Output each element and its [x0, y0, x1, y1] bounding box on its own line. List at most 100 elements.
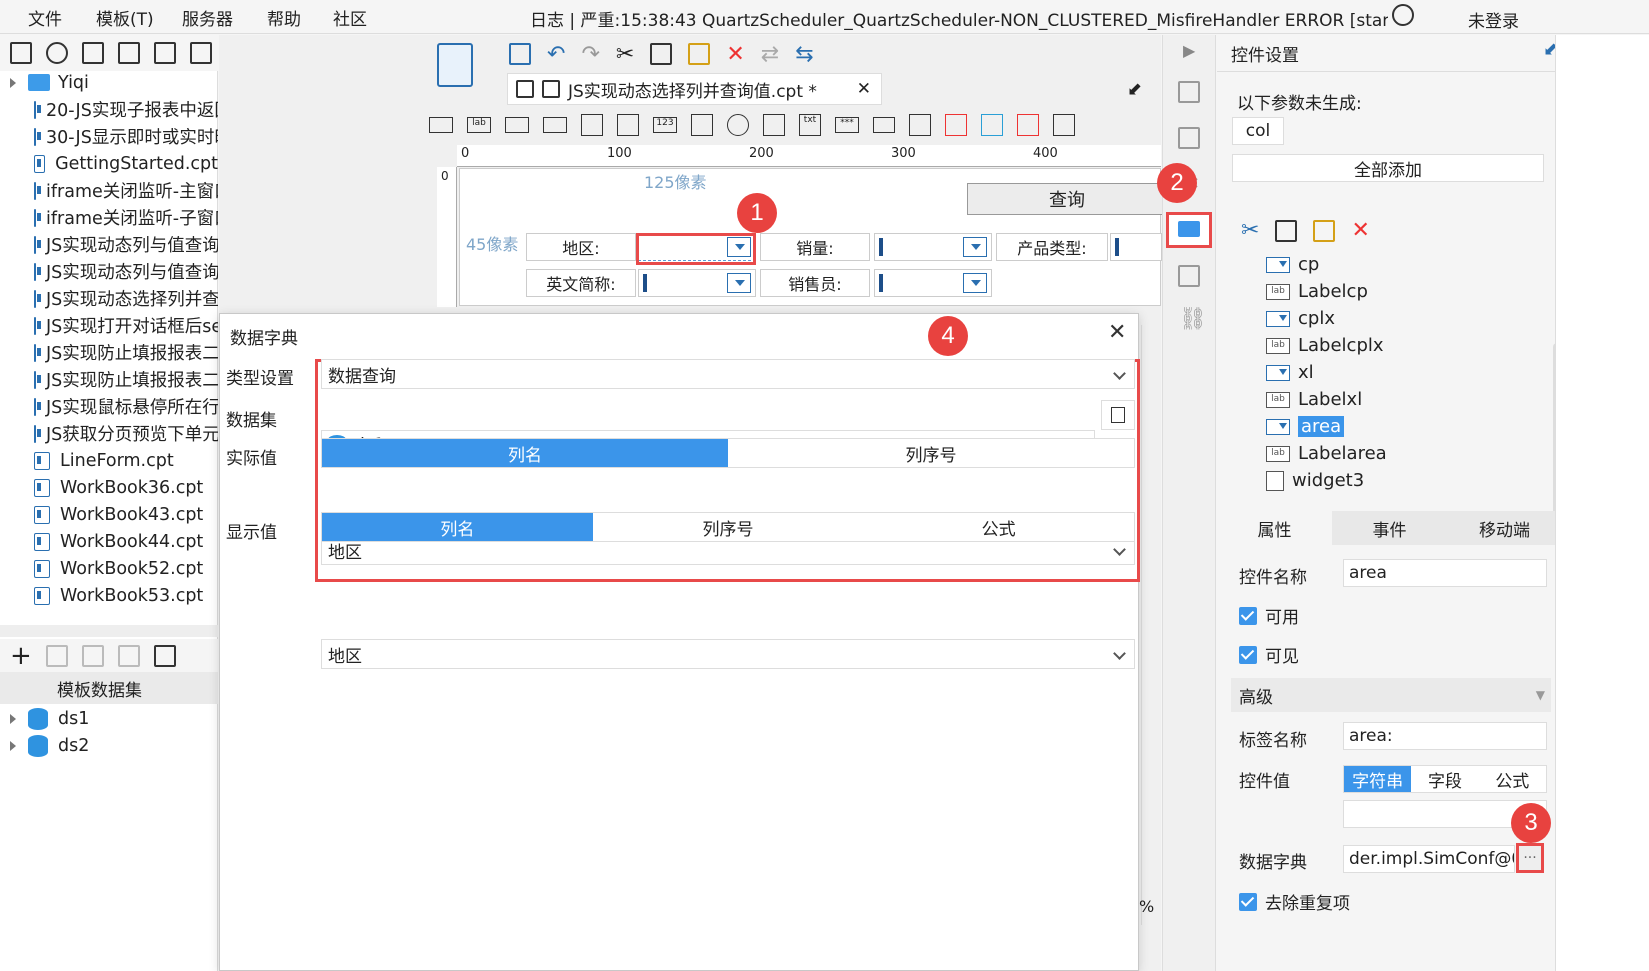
value-tab-string[interactable]: 字符串 [1344, 766, 1412, 792]
layout-icon[interactable] [1178, 81, 1200, 103]
textarea-widget-icon[interactable] [691, 114, 713, 136]
file-item[interactable]: JS实现鼠标悬停所在行 [34, 393, 218, 420]
enabled-checkbox[interactable]: 可用 [1239, 603, 1299, 628]
datetime-widget-icon[interactable] [1017, 114, 1039, 136]
preview-icon[interactable] [437, 43, 473, 87]
menu-file[interactable]: 文件 [28, 5, 62, 30]
type-select[interactable]: 数据查询 [321, 359, 1135, 389]
copy-icon[interactable] [1275, 219, 1298, 242]
search-icon[interactable] [1392, 4, 1414, 26]
new-folder-icon[interactable] [10, 42, 32, 64]
param-chip[interactable]: col [1232, 117, 1284, 145]
visible-checkbox[interactable]: 可见 [1239, 642, 1299, 667]
save-icon[interactable] [509, 43, 531, 65]
delete-icon[interactable]: ✕ [726, 42, 744, 67]
file-item[interactable]: WorkBook53.cpt [34, 582, 218, 609]
widget-name-input[interactable]: area [1343, 559, 1547, 587]
file-item[interactable]: WorkBook36.cpt [34, 474, 218, 501]
dedupe-checkbox[interactable]: 去除重复项 [1239, 889, 1350, 914]
delete-dataset-icon[interactable] [81, 645, 104, 667]
copy-icon[interactable] [650, 43, 673, 65]
undo-icon[interactable]: ↶ [547, 42, 565, 67]
cut-icon[interactable]: ✂ [1241, 218, 1259, 243]
label-region[interactable]: 地区: [526, 233, 636, 261]
file-item[interactable]: LineForm.cpt [34, 447, 218, 474]
close-icon[interactable]: ✕ [857, 79, 871, 99]
widget-list-item[interactable]: cplx [1266, 305, 1335, 332]
label-abbr[interactable]: 英文简称: [526, 269, 636, 297]
link-icon[interactable]: ⛓ [1179, 307, 1207, 332]
copy-icon[interactable] [190, 42, 212, 64]
info-icon[interactable] [1178, 127, 1200, 149]
list-widget-icon[interactable] [581, 114, 603, 136]
file-item[interactable]: WorkBook43.cpt [34, 501, 218, 528]
add-icon[interactable]: + [10, 643, 32, 669]
expand-icon[interactable] [10, 713, 16, 724]
dropdown-icon[interactable] [963, 237, 987, 257]
paste-icon[interactable] [688, 43, 711, 65]
swap-icon[interactable]: ⇄ [761, 42, 779, 67]
list-icon[interactable] [1178, 265, 1200, 287]
cut-icon[interactable]: ✂ [616, 42, 634, 67]
product-type-combo[interactable] [1110, 233, 1162, 261]
abbr-combo[interactable] [638, 269, 756, 297]
delete-icon[interactable]: ✕ [1351, 218, 1369, 243]
widget-list-item[interactable]: xl [1266, 359, 1314, 386]
actual-tab-column-name[interactable]: 列名 [322, 439, 728, 467]
refresh-icon[interactable] [46, 42, 68, 64]
tree-folder[interactable]: Yiqi [10, 69, 89, 96]
dataset-item[interactable]: ds1 [10, 705, 89, 732]
login-status[interactable]: 未登录 [1468, 7, 1519, 32]
sales-combo[interactable] [874, 233, 992, 261]
menu-community[interactable]: 社区 [333, 5, 367, 30]
zoom-indicator[interactable]: % [1139, 897, 1154, 916]
label-sales[interactable]: 销量: [760, 233, 870, 261]
checkbox-group-icon[interactable] [763, 114, 785, 136]
menu-help[interactable]: 帮助 [267, 5, 301, 30]
file-item[interactable]: iframe关闭监听-主窗口.cpt [34, 177, 218, 204]
value-tab-formula[interactable]: 公式 [1479, 766, 1546, 792]
paste-icon[interactable] [1313, 219, 1336, 242]
file-item[interactable]: JS实现动态选择列并查询值.cpt [34, 285, 218, 312]
label-product-type[interactable]: 产品类型: [996, 233, 1108, 261]
dropdown-icon[interactable] [963, 273, 987, 293]
query-button[interactable]: 查询 [967, 183, 1167, 215]
tab-mobile[interactable]: 移动端 [1447, 511, 1562, 545]
combo-widget-icon[interactable] [543, 117, 567, 133]
file-item[interactable]: JS实现打开对话框后selected [34, 312, 218, 339]
data-dict-edit-button[interactable]: ··· [1516, 843, 1544, 873]
display-tab-column-name[interactable]: 列名 [322, 513, 593, 541]
widget-list-item[interactable]: lab Labelcp [1266, 278, 1368, 305]
menu-template[interactable]: 模板(T) [96, 5, 154, 30]
splitter[interactable] [0, 625, 218, 637]
textbox-widget-icon[interactable] [429, 117, 453, 133]
button-widget-icon[interactable] [505, 117, 529, 133]
file-item[interactable]: JS获取分页预览下单元 [34, 420, 218, 447]
data-dict-input[interactable]: der.impl.SimConf@0]] [1343, 845, 1515, 873]
widget-list-item[interactable]: lab Labelcplx [1266, 332, 1384, 359]
dropdown-icon[interactable] [727, 273, 751, 293]
dataset-settings-icon[interactable] [153, 645, 176, 667]
radio-widget-icon[interactable] [727, 114, 749, 136]
file-item[interactable]: GettingStarted.cpt [34, 150, 218, 177]
display-tab-formula[interactable]: 公式 [863, 513, 1134, 541]
widget-settings-tab[interactable] [1166, 212, 1212, 248]
dataset-item[interactable]: ds2 [10, 732, 89, 759]
advanced-section[interactable]: 高级 ▼ [1231, 678, 1551, 712]
tab-template[interactable]: JS实现动态选择列并查询值.cpt * ✕ [507, 73, 882, 105]
file-item[interactable]: JS实现动态列与值查询组合应用1.cpt [34, 258, 218, 285]
add-all-button[interactable]: 全部添加 [1232, 154, 1544, 182]
log-message[interactable]: 日志 | 严重:15:38:43 QuartzScheduler_QuartzS… [530, 6, 1388, 31]
expand-icon[interactable] [10, 740, 16, 751]
file-item[interactable]: 30-JS显示即时或实时时间示例二.cpt [34, 123, 218, 150]
settings-icon[interactable] [118, 42, 140, 64]
widget-list-item[interactable]: cp [1266, 251, 1319, 278]
actual-tab-column-index[interactable]: 列序号 [728, 439, 1134, 467]
calendar-widget-icon[interactable] [617, 114, 639, 136]
delete-icon[interactable] [154, 42, 176, 64]
display-value-select[interactable]: 地区 [321, 639, 1135, 669]
tree-widget-icon[interactable] [909, 114, 931, 136]
dataset-preview-button[interactable] [1101, 400, 1135, 430]
widget-list-item[interactable]: lab Labelxl [1266, 386, 1362, 413]
salesperson-combo[interactable] [874, 269, 992, 297]
